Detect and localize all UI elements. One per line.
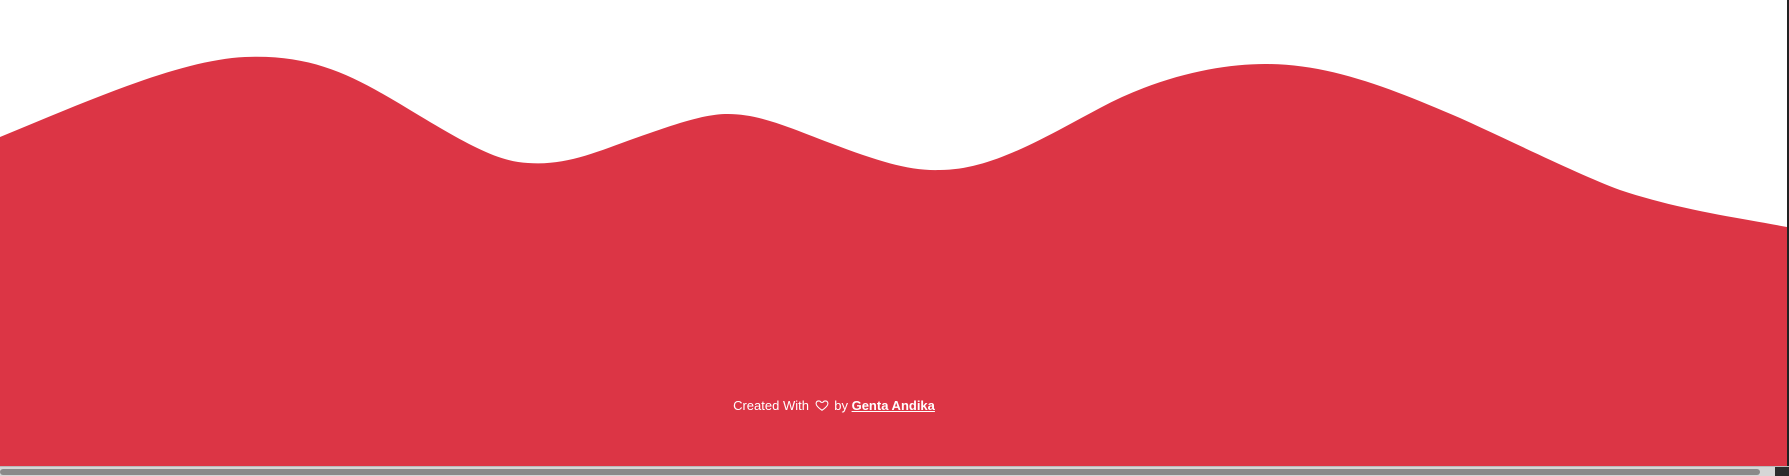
page-viewport: Created With by Genta Andika	[0, 0, 1787, 466]
scrollbar-corner	[1775, 467, 1789, 476]
page: Created With by Genta Andika	[0, 0, 1789, 476]
heart-outline-icon	[815, 398, 829, 412]
horizontal-scrollbar[interactable]	[0, 466, 1789, 476]
author-link[interactable]: Genta Andika	[852, 398, 935, 413]
footer-connector: by	[834, 398, 848, 413]
footer-prefix: Created With	[733, 398, 809, 413]
footer-credit: Created With by Genta Andika	[0, 397, 1668, 415]
horizontal-scrollbar-thumb[interactable]	[0, 469, 1760, 475]
